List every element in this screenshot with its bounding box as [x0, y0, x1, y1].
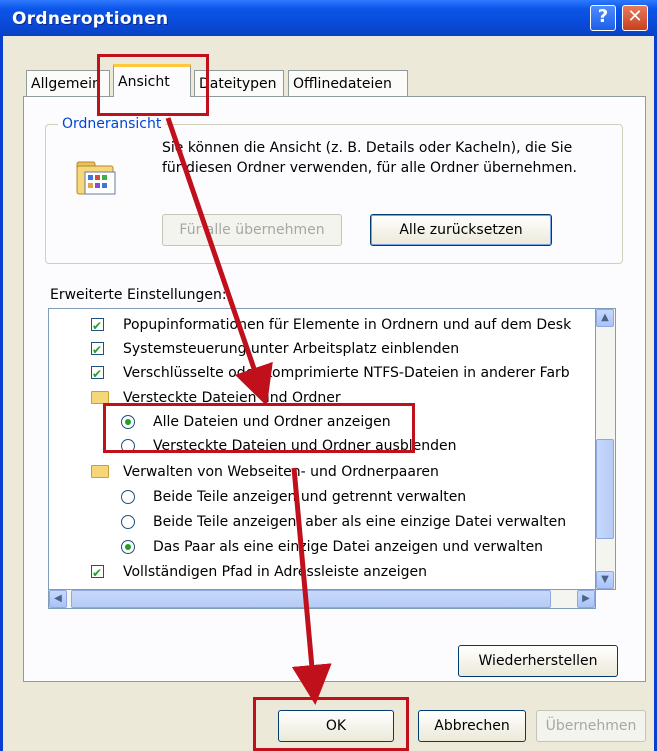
- vertical-scrollbar[interactable]: ▲ ▼: [596, 308, 616, 590]
- radio-button[interactable]: [121, 439, 135, 453]
- scroll-up-button[interactable]: ▲: [596, 309, 614, 327]
- scroll-right-button[interactable]: ▶: [577, 590, 595, 608]
- folder-view-title: Ordneransicht: [58, 116, 166, 132]
- help-button[interactable]: ?: [590, 5, 616, 31]
- title-bar[interactable]: Ordneroptionen ? ✕: [0, 0, 657, 36]
- ok-button[interactable]: OK: [278, 710, 394, 742]
- horizontal-scroll-thumb[interactable]: [71, 590, 551, 608]
- restore-defaults-button[interactable]: Wiederherstellen: [458, 645, 618, 677]
- vertical-scroll-thumb[interactable]: [596, 439, 614, 539]
- close-button[interactable]: ✕: [622, 5, 648, 31]
- horizontal-scrollbar[interactable]: ◀ ▶: [48, 589, 596, 609]
- tab-offlinedateien[interactable]: Offlinedateien: [288, 70, 408, 96]
- checkbox[interactable]: ✔: [91, 366, 104, 381]
- folder-icon: [91, 391, 109, 404]
- window-title: Ordneroptionen: [12, 9, 169, 29]
- scroll-left-button[interactable]: ◀: [49, 590, 67, 608]
- radio-button[interactable]: [121, 490, 135, 504]
- radio-button[interactable]: [121, 515, 135, 529]
- tab-dateitypen[interactable]: Dateitypen: [194, 70, 284, 96]
- radio-button[interactable]: [121, 540, 135, 554]
- radio-button[interactable]: [121, 415, 135, 429]
- folder-view-icon: [76, 161, 116, 195]
- cancel-button[interactable]: Abbrechen: [418, 710, 526, 742]
- apply-to-all-folders-button[interactable]: Für alle übernehmen: [162, 214, 342, 246]
- scroll-down-button[interactable]: ▼: [596, 571, 614, 589]
- reset-all-folders-button[interactable]: Alle zurücksetzen: [370, 214, 552, 246]
- checkbox[interactable]: ✔: [91, 342, 104, 357]
- checkbox[interactable]: ✔: [91, 565, 104, 580]
- tab-ansicht[interactable]: Ansicht: [113, 64, 191, 97]
- advanced-settings-label: Erweiterte Einstellungen:: [50, 287, 227, 303]
- advanced-settings-list[interactable]: ✔ Popupinformationen für Elemente in Ord…: [48, 308, 596, 590]
- apply-button[interactable]: Übernehmen: [536, 710, 646, 742]
- folder-view-description: Sie können die Ansicht (z. B. Details od…: [162, 140, 577, 176]
- checkbox[interactable]: ✔: [91, 318, 104, 333]
- tab-allgemein[interactable]: Allgemein: [26, 70, 110, 96]
- folder-icon: [91, 465, 109, 478]
